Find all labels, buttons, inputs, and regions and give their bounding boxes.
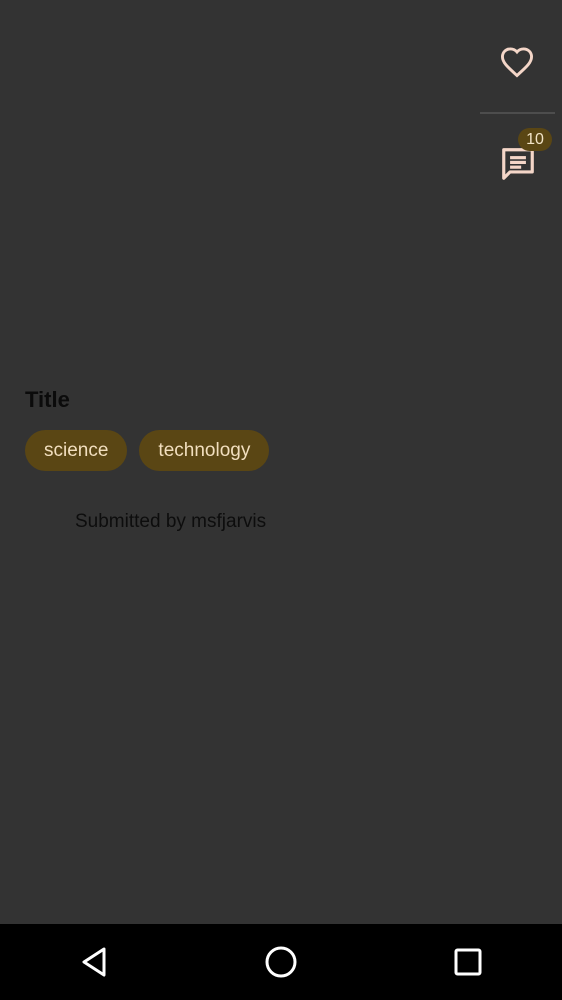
tag-chip-technology[interactable]: technology bbox=[139, 430, 270, 471]
submitted-by-text: Submitted by msfjarvis bbox=[75, 511, 267, 532]
tag-list: science technology bbox=[25, 430, 270, 471]
post-detail-screen: 10 Title science technology Submitted by… bbox=[0, 0, 562, 1000]
rail-divider bbox=[480, 112, 555, 114]
recents-square-icon bbox=[454, 948, 482, 976]
post-title: Title bbox=[25, 387, 70, 412]
action-rail: 10 bbox=[480, 0, 562, 200]
tag-chip-science[interactable]: science bbox=[25, 430, 128, 471]
comment-count-badge: 10 bbox=[518, 128, 552, 151]
favorite-button[interactable] bbox=[495, 40, 539, 84]
home-circle-icon bbox=[265, 946, 297, 978]
heart-outline-icon bbox=[500, 47, 534, 78]
back-triangle-icon bbox=[82, 947, 106, 977]
nav-recents-button[interactable] bbox=[442, 936, 494, 988]
nav-home-button[interactable] bbox=[255, 936, 307, 988]
system-navigation-bar bbox=[0, 924, 562, 1000]
nav-back-button[interactable] bbox=[68, 936, 120, 988]
